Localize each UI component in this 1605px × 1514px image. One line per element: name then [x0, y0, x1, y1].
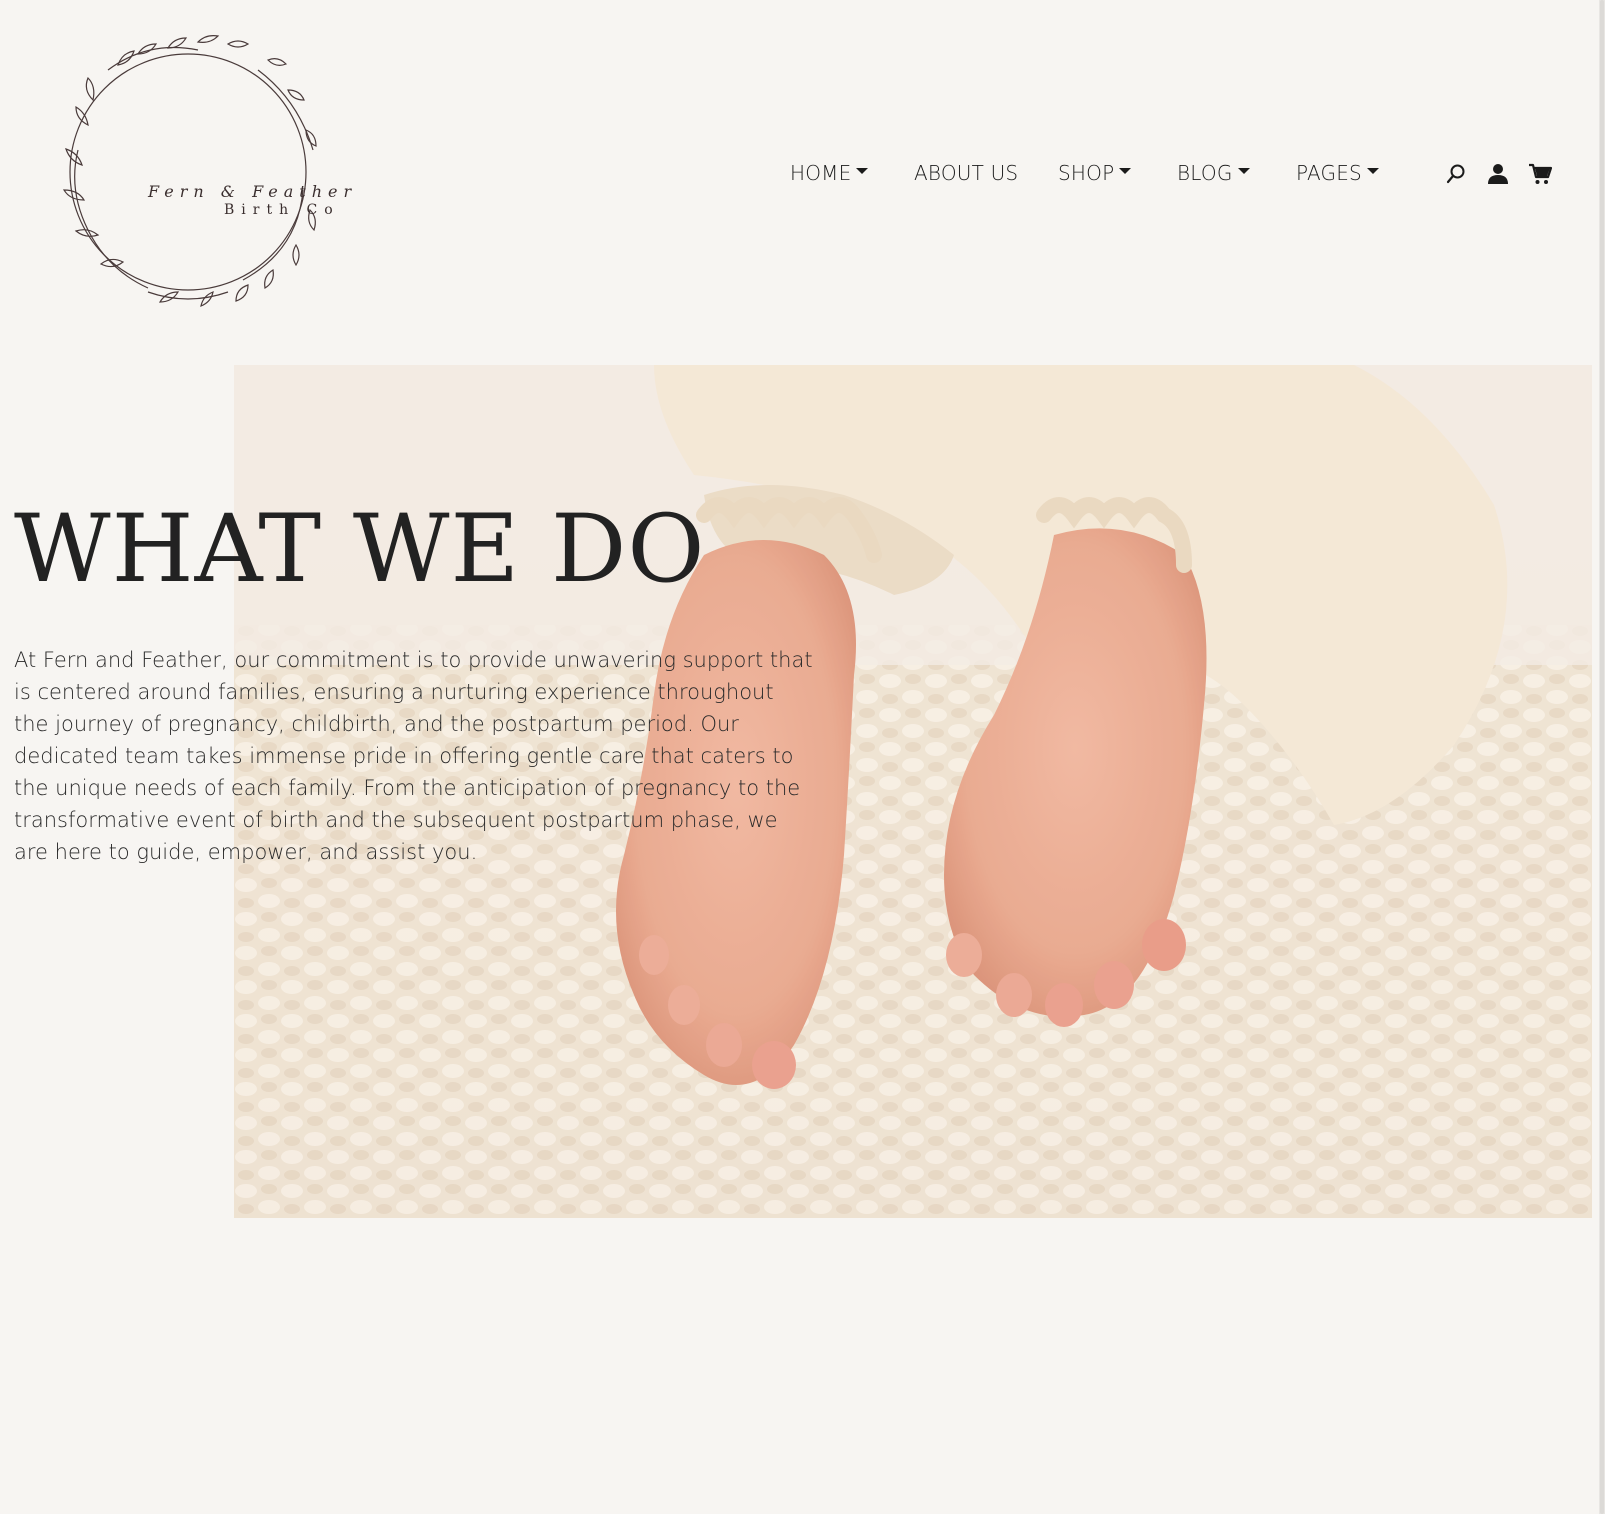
cart-icon[interactable]	[1528, 162, 1552, 186]
nav-shop-label: SHOP	[1058, 161, 1115, 185]
brand-logo[interactable]: Fern & Feather Birth Co	[48, 30, 351, 314]
scrollbar-thumb[interactable]	[1600, 0, 1604, 1514]
page-scrollbar[interactable]	[1599, 0, 1605, 1514]
nav-pages-label: PAGES	[1296, 161, 1362, 185]
nav-item-shop[interactable]: SHOP	[1058, 161, 1132, 185]
nav-item-pages[interactable]: PAGES	[1296, 161, 1379, 185]
nav-item-blog[interactable]: BLOG	[1177, 161, 1250, 185]
nav-blog-label: BLOG	[1177, 161, 1233, 185]
nav-item-about[interactable]: ABOUT US	[914, 161, 1018, 185]
section-heading: WHAT WE DO	[14, 495, 706, 604]
nav-about-label: ABOUT US	[914, 161, 1019, 185]
chevron-down-icon	[1119, 168, 1132, 174]
nav-item-home[interactable]: HOME	[790, 161, 869, 185]
chevron-down-icon	[856, 168, 869, 174]
search-icon[interactable]	[1444, 162, 1468, 186]
nav-home-label: HOME	[790, 161, 852, 185]
user-icon[interactable]	[1486, 162, 1510, 186]
brand-subtitle: Birth Co	[224, 202, 340, 218]
wreath-logo-graphic	[62, 35, 317, 307]
section-intro-text: At Fern and Feather, our commitment is t…	[14, 648, 813, 864]
chevron-down-icon	[1237, 168, 1250, 174]
brand-name: Fern & Feather	[148, 182, 358, 201]
chevron-down-icon	[1366, 168, 1379, 174]
